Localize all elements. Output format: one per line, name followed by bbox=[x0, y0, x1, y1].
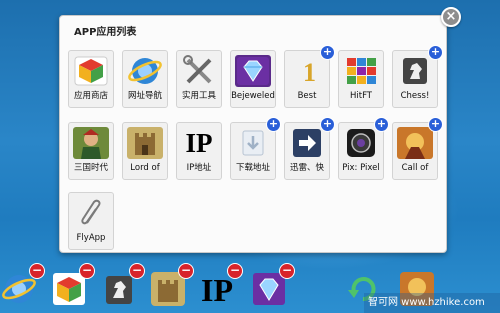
camera-lens-icon bbox=[343, 127, 379, 159]
app-tile-pix[interactable]: Pix: Pixel + bbox=[338, 117, 389, 180]
app-label: IP地址 bbox=[186, 163, 212, 173]
app-label: Best bbox=[297, 91, 317, 101]
add-badge[interactable]: + bbox=[320, 45, 335, 60]
tools-icon bbox=[181, 55, 217, 87]
app-label: Bejeweled bbox=[231, 91, 275, 101]
add-badge[interactable]: + bbox=[428, 45, 443, 60]
dock-item-chess[interactable]: − bbox=[102, 263, 145, 308]
app-tile-web-nav[interactable]: 网址导航 bbox=[122, 50, 168, 108]
app-tile-lord-of[interactable]: Lord of bbox=[122, 122, 168, 180]
app-tile-xunlei[interactable]: 迅雷、快 + bbox=[284, 117, 335, 180]
paperclip-icon bbox=[73, 197, 109, 229]
castle-icon bbox=[127, 127, 163, 159]
dock-item-browser[interactable]: − bbox=[2, 263, 45, 308]
app-tile-app-store[interactable]: 应用商店 bbox=[68, 50, 114, 108]
app-label: FlyApp bbox=[76, 233, 106, 243]
app-tile-call-of[interactable]: Call of + bbox=[392, 117, 443, 180]
add-badge[interactable]: + bbox=[374, 117, 389, 132]
app-tile-tools[interactable]: 实用工具 bbox=[176, 50, 222, 108]
remove-badge[interactable]: − bbox=[79, 263, 95, 279]
ip-text-icon: IP bbox=[185, 128, 213, 158]
dock-item-castle[interactable]: − bbox=[151, 263, 194, 308]
app-label: Pix: Pixel bbox=[342, 163, 380, 173]
add-badge[interactable]: + bbox=[428, 117, 443, 132]
ie-browser-icon bbox=[127, 55, 163, 87]
panel-title: APP应用列表 bbox=[74, 27, 137, 38]
remove-badge[interactable]: − bbox=[129, 263, 145, 279]
remove-badge[interactable]: − bbox=[279, 263, 295, 279]
app-label: 应用商店 bbox=[73, 91, 108, 101]
app-label: Lord of bbox=[130, 163, 160, 173]
app-tile-hitft[interactable]: HitFT bbox=[338, 50, 384, 108]
app-tile-flyapp[interactable]: FlyApp bbox=[68, 192, 114, 250]
watermark: 智可网 www.hzhike.com bbox=[364, 293, 500, 313]
add-badge[interactable]: + bbox=[320, 117, 335, 132]
gem-icon bbox=[235, 55, 271, 87]
app-label: 三国时代 bbox=[73, 163, 108, 173]
dock-item-gem[interactable]: − bbox=[252, 263, 295, 308]
dock-item-ip[interactable]: IP − bbox=[200, 263, 243, 308]
app-tile-best[interactable]: 1 Best + bbox=[284, 45, 335, 108]
app-tile-bejeweled[interactable]: Bejeweled bbox=[230, 50, 276, 108]
app-label: 实用工具 bbox=[181, 91, 216, 101]
dock-item-app-store[interactable]: − bbox=[52, 263, 95, 308]
remove-badge[interactable]: − bbox=[178, 263, 194, 279]
app-tile-chess[interactable]: Chess! + bbox=[392, 45, 443, 108]
app-label: 下载地址 bbox=[235, 163, 270, 173]
remove-badge[interactable]: − bbox=[29, 263, 45, 279]
arrow-right-icon bbox=[289, 127, 325, 159]
svg-text:1: 1 bbox=[303, 58, 316, 87]
app-label: HitFT bbox=[349, 91, 373, 101]
game-art-icon bbox=[397, 127, 433, 159]
colorful-blocks-icon bbox=[343, 55, 379, 87]
add-badge[interactable]: + bbox=[266, 117, 281, 132]
app-tile-three-kingdoms[interactable]: 三国时代 bbox=[68, 122, 114, 180]
warrior-icon bbox=[73, 127, 109, 159]
app-label: 迅雷、快 bbox=[289, 163, 324, 173]
close-icon[interactable]: × bbox=[441, 7, 461, 27]
app-list-panel: APP应用列表 应用商店 网址导航 实用工具 Bejeweled 1 Best … bbox=[59, 15, 447, 253]
remove-badge[interactable]: − bbox=[227, 263, 243, 279]
app-label: Chess! bbox=[400, 91, 430, 101]
download-icon bbox=[235, 127, 271, 159]
number-one-icon: 1 bbox=[289, 55, 325, 87]
app-tile-download[interactable]: 下载地址 + bbox=[230, 117, 281, 180]
chess-knight-icon bbox=[397, 55, 433, 87]
app-store-icon bbox=[73, 55, 109, 87]
app-tile-ip[interactable]: IP IP地址 bbox=[176, 122, 222, 180]
app-label: 网址导航 bbox=[127, 91, 162, 101]
app-label: Call of bbox=[401, 163, 429, 173]
